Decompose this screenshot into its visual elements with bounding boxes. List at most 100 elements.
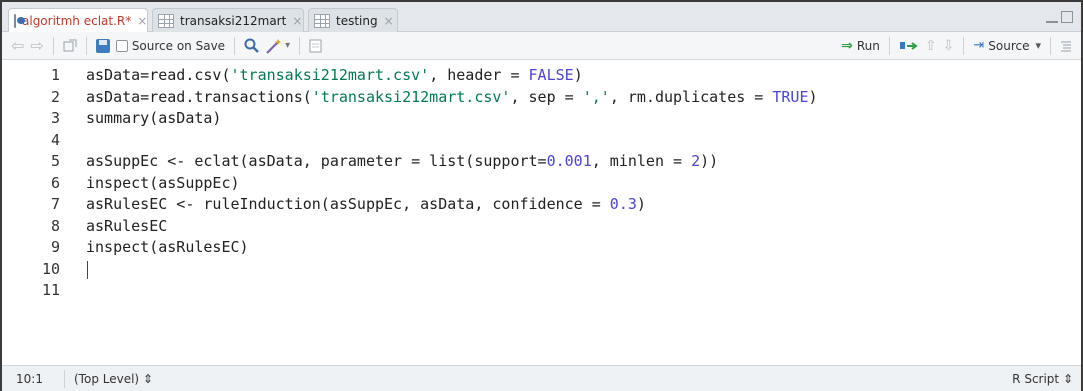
source-on-save-label: Source on Save xyxy=(131,38,226,53)
line-number: 10 xyxy=(41,259,60,278)
code-line[interactable]: summary(asData) xyxy=(86,109,221,127)
code-token: , sep = xyxy=(510,87,583,106)
constant-literal: 2 xyxy=(691,152,701,170)
code-token: ) xyxy=(636,195,646,213)
line-number: 9 xyxy=(50,238,60,256)
line-number: 2 xyxy=(50,87,60,106)
run-icon: ⇒ xyxy=(841,37,853,54)
code-token: inspect(asRulesEC) xyxy=(86,238,249,256)
string-literal: 'transaksi212mart.csv' xyxy=(230,66,430,84)
tab-testing[interactable]: testing × xyxy=(308,8,398,32)
tab-label: testing xyxy=(336,13,378,28)
code-editor[interactable]: 1 2 3 4 5 6 7 8 9 10 11 asData=read.csv('transaksi… xyxy=(2,60,1081,365)
editor-toolbar: ⇦ ⇨ Source on Save ▾ ⇒ Run ⇧ ⇩ ⇥ Source … xyxy=(2,32,1081,60)
minimize-icon[interactable] xyxy=(1046,11,1058,23)
scope-selector[interactable]: (Top Level) ⇕ xyxy=(74,372,153,386)
line-number: 7 xyxy=(50,195,60,213)
code-token: , rm.duplicates = xyxy=(609,87,773,106)
code-line[interactable]: asData=read.transactions('transaksi212ma… xyxy=(86,88,818,106)
code-token: summary(asData) xyxy=(86,109,222,127)
r-file-icon xyxy=(14,14,25,28)
line-number: 4 xyxy=(50,130,60,149)
code-token: , minlen = xyxy=(591,152,692,170)
save-button[interactable] xyxy=(93,35,113,57)
line-number: 11 xyxy=(41,281,60,299)
code-line[interactable]: asRulesEC <- ruleInduction(asSuppEc, asD… xyxy=(86,195,646,213)
string-literal: ',' xyxy=(582,87,610,106)
code-token: asData=read.transactions( xyxy=(86,87,312,106)
tab-label: algoritmh eclat.R* xyxy=(22,14,132,28)
toolbar-divider xyxy=(1050,36,1051,55)
string-literal: 'transaksi212mart.csv' xyxy=(311,87,511,106)
code-token: ) xyxy=(573,66,583,84)
data-grid-icon xyxy=(158,13,174,28)
close-icon[interactable]: × xyxy=(384,14,394,28)
language-selector[interactable]: R Script ⇕ xyxy=(1012,372,1073,386)
tab-transaksi212mart[interactable]: transaksi212mart × xyxy=(152,8,304,32)
code-line[interactable]: inspect(asSuppEc) xyxy=(86,174,240,192)
code-line[interactable]: asRulesEC xyxy=(86,217,167,235)
line-number: 5 xyxy=(50,152,60,170)
source-button[interactable]: ⇥ Source xyxy=(970,35,1032,57)
code-token: , header = xyxy=(429,66,529,84)
code-token: ) xyxy=(808,87,818,106)
tab-label: transaksi212mart xyxy=(180,13,287,28)
code-token: )) xyxy=(700,152,719,170)
code-token: asData=read.csv( xyxy=(86,66,231,84)
up-arrow-icon[interactable]: ⇧ xyxy=(922,35,940,57)
status-bar: 10:1 (Top Level) ⇕ R Script ⇕ xyxy=(2,365,1081,391)
source-dropdown[interactable]: ▾ xyxy=(1032,35,1044,57)
outline-icon[interactable] xyxy=(1057,35,1075,57)
run-button[interactable]: ⇒ Run xyxy=(838,35,883,57)
code-token: asSuppEc <- eclat(asData, parameter = li… xyxy=(86,152,547,170)
status-divider xyxy=(64,370,65,388)
close-icon[interactable]: × xyxy=(137,14,147,28)
close-icon[interactable]: × xyxy=(292,14,302,28)
code-line[interactable]: inspect(asRulesEC) xyxy=(86,238,249,256)
tab-bar: algoritmh eclat.R* × transaksi212mart × … xyxy=(2,2,1081,33)
source-on-save-toggle[interactable]: Source on Save xyxy=(113,35,228,57)
code-line[interactable]: asSuppEc <- eclat(asData, parameter = li… xyxy=(86,152,718,170)
line-number: 1 xyxy=(50,66,60,84)
maximize-icon[interactable] xyxy=(1061,11,1073,23)
constant-literal: FALSE xyxy=(528,66,574,84)
constant-literal: 0.3 xyxy=(609,195,637,213)
line-number: 6 xyxy=(50,173,60,192)
window-controls xyxy=(1046,11,1073,23)
forward-arrow-icon[interactable]: ⇨ xyxy=(27,35,46,57)
text-cursor xyxy=(87,260,88,279)
back-arrow-icon[interactable]: ⇦ xyxy=(8,35,27,57)
code-token: asRulesEC xyxy=(86,216,168,235)
toolbar-divider xyxy=(234,36,236,55)
editor-pane: algoritmh eclat.R* × transaksi212mart × … xyxy=(0,0,1083,391)
rerun-icon[interactable] xyxy=(896,35,922,57)
line-number-gutter: 1 2 3 4 5 6 7 8 9 10 11 xyxy=(2,60,72,365)
toolbar-divider xyxy=(963,36,965,55)
code-line[interactable]: asData=read.csv('transaksi212mart.csv', … xyxy=(86,66,583,84)
down-arrow-icon[interactable]: ⇩ xyxy=(940,35,958,57)
toolbar-divider xyxy=(85,36,87,55)
tab-algoritmh-eclat[interactable]: algoritmh eclat.R* × xyxy=(8,8,148,33)
data-grid-icon xyxy=(314,13,330,28)
line-number: 8 xyxy=(50,216,60,235)
run-label: Run xyxy=(856,38,880,53)
chevron-down-icon[interactable]: ▾ xyxy=(285,40,290,51)
source-on-save-checkbox[interactable] xyxy=(115,39,128,52)
code-token: asRulesEC <- ruleInduction(asSuppEc, asD… xyxy=(86,195,610,213)
toolbar-divider xyxy=(888,36,890,55)
toolbar-divider xyxy=(52,36,54,55)
line-number: 3 xyxy=(50,109,60,127)
save-icon xyxy=(95,38,110,53)
constant-literal: TRUE xyxy=(772,87,809,106)
code-token: inspect(asSuppEc) xyxy=(86,173,240,192)
source-icon: ⇥ xyxy=(973,38,985,53)
search-icon[interactable] xyxy=(241,35,262,57)
source-label: Source xyxy=(988,38,1030,53)
chevron-down-icon: ▾ xyxy=(1035,39,1041,52)
compile-report-icon[interactable] xyxy=(306,35,325,57)
show-in-window-icon[interactable] xyxy=(60,35,80,57)
toolbar-divider xyxy=(299,36,301,55)
cursor-position: 10:1 xyxy=(16,372,43,386)
constant-literal: 0.001 xyxy=(546,152,592,170)
magic-wand-icon[interactable]: ▾ xyxy=(262,35,293,57)
